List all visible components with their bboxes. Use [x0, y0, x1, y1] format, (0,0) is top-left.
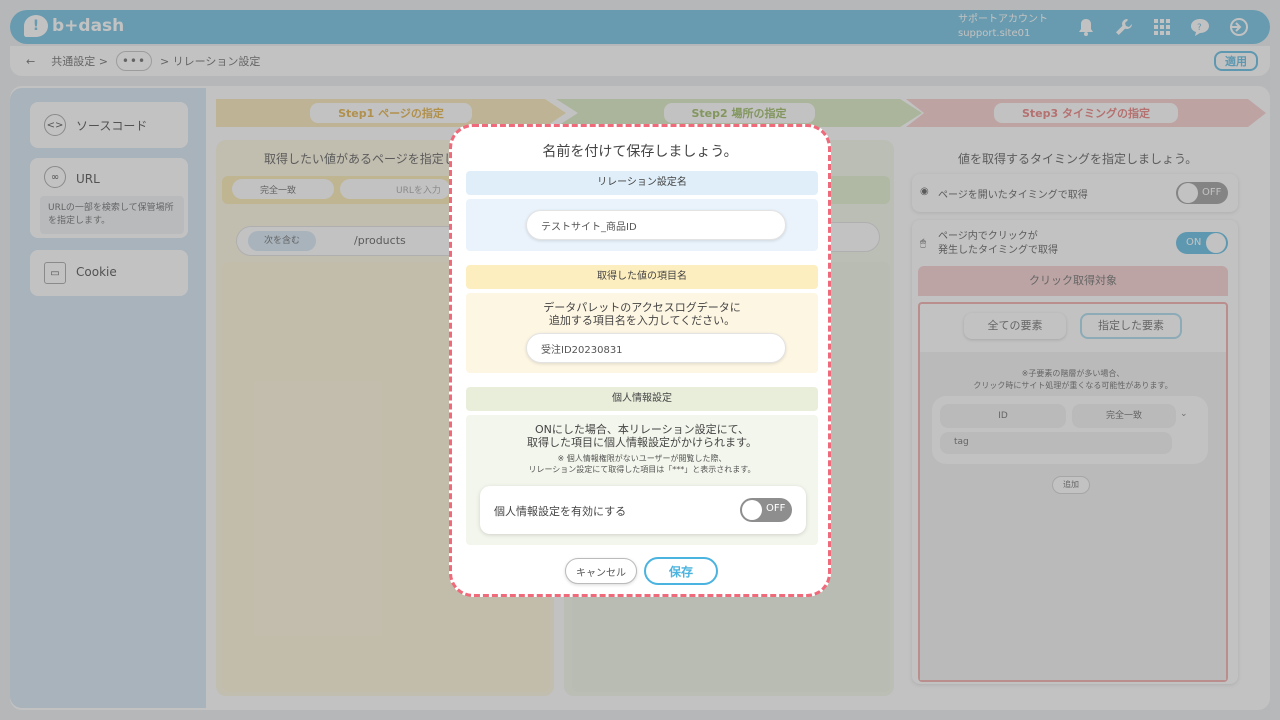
- relation-name-header: リレーション設定名: [466, 171, 818, 195]
- privacy-section: ONにした場合、本リレーション設定にて、 取得した項目に個人情報設定がかけられま…: [466, 415, 818, 545]
- privacy-note-line2: リレーション設定にて取得した項目は「***」と表示されます。: [528, 465, 756, 474]
- toggle-knob: [742, 500, 762, 520]
- toggle-state: OFF: [766, 503, 786, 514]
- privacy-desc-line1: ONにした場合、本リレーション設定にて、: [534, 423, 750, 436]
- privacy-header: 個人情報設定: [466, 387, 818, 411]
- dialog-title: 名前を付けて保存しましょう。: [542, 144, 738, 160]
- relation-name-input[interactable]: テストサイト_商品ID: [526, 210, 786, 240]
- save-button[interactable]: 保存: [644, 557, 718, 585]
- cancel-button[interactable]: キャンセル: [565, 558, 637, 584]
- item-name-section: データパレットのアクセスログデータに 追加する項目名を入力してください。 受注I…: [466, 293, 818, 373]
- item-name-description: データパレットのアクセスログデータに 追加する項目名を入力してください。: [466, 301, 818, 327]
- privacy-toggle-label: 個人情報設定を有効にする: [494, 505, 627, 518]
- privacy-toggle[interactable]: OFF: [740, 498, 792, 522]
- privacy-toggle-card: 個人情報設定を有効にする OFF: [480, 486, 806, 534]
- privacy-note-line1: ※ 個人情報権限がないユーザーが閲覧した際、: [557, 454, 727, 463]
- relation-name-section: テストサイト_商品ID: [466, 199, 818, 251]
- privacy-note: ※ 個人情報権限がないユーザーが閲覧した際、 リレーション設定にて取得した項目は…: [466, 453, 818, 475]
- privacy-description: ONにした場合、本リレーション設定にて、 取得した項目に個人情報設定がかけられま…: [466, 423, 818, 449]
- item-name-header: 取得した値の項目名: [466, 265, 818, 289]
- item-desc-line1: データパレットのアクセスログデータに: [543, 301, 741, 314]
- privacy-desc-line2: 取得した項目に個人情報設定がかけられます。: [527, 436, 757, 449]
- item-desc-line2: 追加する項目名を入力してください。: [548, 314, 736, 327]
- save-dialog: 名前を付けて保存しましょう。 リレーション設定名 テストサイト_商品ID 取得し…: [449, 124, 831, 597]
- item-name-input[interactable]: 受注ID20230831: [526, 333, 786, 363]
